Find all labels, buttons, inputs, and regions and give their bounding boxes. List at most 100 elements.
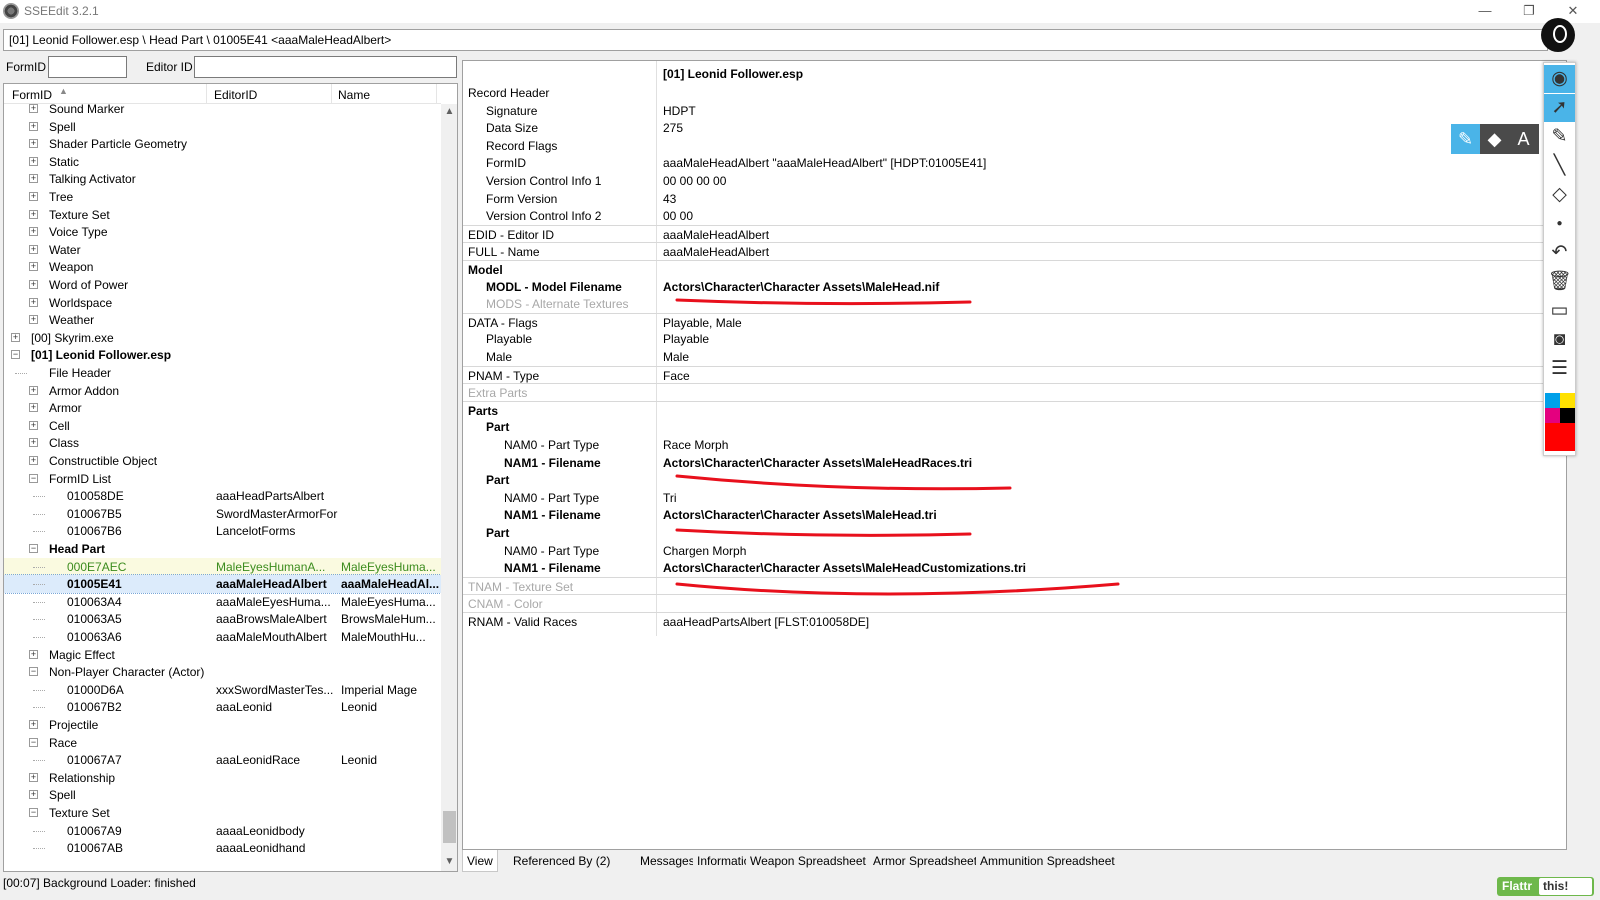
tree-row[interactable]: 01005E41 aaaMaleHeadAlbert aaaMaleHeadAl..… bbox=[4, 574, 441, 595]
color-swatch-magenta[interactable] bbox=[1545, 408, 1560, 423]
tree-row[interactable]: − [01] Leonid Follower.esp bbox=[4, 346, 441, 364]
line-tool-icon[interactable]: ╲ bbox=[1544, 152, 1575, 180]
expand-icon[interactable]: + bbox=[29, 192, 38, 201]
view-row[interactable]: Extra Parts bbox=[463, 383, 1566, 401]
view-row[interactable]: NAM0 - Part Type Chargen Morph bbox=[463, 542, 1566, 560]
expand-icon[interactable]: + bbox=[29, 456, 38, 465]
tree-row[interactable]: + Tree bbox=[4, 188, 441, 206]
tree-row[interactable]: 010058DE aaaHeadPartsAlbert bbox=[4, 487, 441, 505]
minimize-button[interactable]: — bbox=[1470, 2, 1500, 20]
tree-row[interactable]: + Armor bbox=[4, 399, 441, 417]
collapse-icon[interactable]: − bbox=[11, 350, 20, 360]
tree-row[interactable]: + Weather bbox=[4, 311, 441, 329]
expand-icon[interactable]: + bbox=[29, 244, 38, 254]
view-row[interactable]: DATA - Flags Playable, Male bbox=[463, 312, 1566, 331]
view-row[interactable]: Male Male bbox=[463, 348, 1566, 366]
flattr-button[interactable]: Flattr this! bbox=[1497, 877, 1594, 896]
view-row[interactable]: CNAM - Color bbox=[463, 594, 1566, 612]
tree-row[interactable]: + Texture Set bbox=[4, 206, 441, 224]
record-tree[interactable]: FormID ▲ EditorID Name + Sound Marker + Spe… bbox=[3, 83, 458, 872]
tree-row[interactable]: + Voice Type bbox=[4, 223, 441, 241]
eraser-icon[interactable]: ◆ bbox=[1480, 124, 1509, 154]
view-row[interactable]: NAM0 - Part Type Tri bbox=[463, 489, 1566, 507]
tree-row[interactable]: − Non-Player Character (Actor) bbox=[4, 663, 441, 681]
tree-row[interactable]: + Spell bbox=[4, 118, 441, 136]
scroll-up-icon[interactable]: ▲ bbox=[441, 106, 457, 122]
color-swatch-black[interactable] bbox=[1560, 408, 1575, 423]
view-row[interactable]: RNAM - Valid Races aaaHeadPartsAlbert [FL… bbox=[463, 612, 1566, 630]
tree-row[interactable]: + Static bbox=[4, 153, 441, 171]
cursor-arrow-icon[interactable]: ➚ bbox=[1544, 94, 1575, 122]
tree-row[interactable]: + Class bbox=[4, 434, 441, 452]
tab-weapon-spreadsheet[interactable]: Weapon Spreadsheet bbox=[746, 850, 870, 872]
tree-row[interactable]: 010067A9 aaaaLeonidbody bbox=[4, 822, 441, 840]
expand-icon[interactable]: + bbox=[29, 227, 38, 237]
pen-size-dot-icon[interactable]: ● bbox=[1544, 210, 1575, 238]
tree-row[interactable]: + Magic Effect bbox=[4, 646, 441, 664]
view-row[interactable]: MODS - Alternate Textures bbox=[463, 295, 1566, 313]
collapse-icon[interactable]: − bbox=[29, 473, 38, 483]
view-row[interactable]: Signature HDPT bbox=[463, 102, 1566, 120]
tree-row[interactable]: 010067AB aaaaLeonidhand bbox=[4, 839, 441, 857]
tree-row[interactable]: − FormID List bbox=[4, 470, 441, 488]
tree-row[interactable]: + Worldspace bbox=[4, 294, 441, 312]
tree-row[interactable]: − Race bbox=[4, 734, 441, 752]
expand-icon[interactable]: + bbox=[29, 772, 38, 782]
close-button[interactable]: ✕ bbox=[1558, 2, 1588, 20]
annotation-tool-logo-icon[interactable] bbox=[1541, 18, 1575, 52]
collapse-icon[interactable]: − bbox=[29, 808, 38, 817]
view-row[interactable]: Version Control Info 1 00 00 00 00 bbox=[463, 172, 1566, 190]
view-row[interactable]: Record Header bbox=[463, 84, 1566, 102]
tree-row[interactable]: + Relationship bbox=[4, 769, 441, 787]
view-row[interactable]: MODL - Model Filename Actors\Character\Ch… bbox=[463, 278, 1566, 296]
highlighter-icon[interactable]: ✎ bbox=[1451, 124, 1480, 154]
col-header-name[interactable]: Name bbox=[338, 88, 370, 102]
tree-row[interactable]: + [00] Skyrim.exe bbox=[4, 329, 441, 347]
record-view[interactable]: [01] Leonid Follower.esp Record Header Si… bbox=[462, 60, 1567, 850]
tree-row[interactable]: + Weapon bbox=[4, 258, 441, 276]
undo-icon[interactable]: ↶ bbox=[1544, 239, 1575, 267]
tab-messages[interactable]: Messages bbox=[636, 850, 699, 872]
expand-icon[interactable]: + bbox=[29, 438, 38, 448]
view-row[interactable]: EDID - Editor ID aaaMaleHeadAlbert bbox=[463, 224, 1566, 243]
view-row[interactable]: NAM1 - Filename Actors\Character\Characte… bbox=[463, 506, 1566, 524]
view-row[interactable]: Version Control Info 2 00 00 bbox=[463, 207, 1566, 225]
highlighter-pen-icon[interactable]: ✎ bbox=[1544, 123, 1575, 151]
color-swatches[interactable] bbox=[1545, 393, 1575, 453]
view-row[interactable]: Part bbox=[463, 418, 1566, 436]
col-header-formid[interactable]: FormID bbox=[12, 88, 52, 102]
tree-row[interactable]: + Shader Particle Geometry bbox=[4, 135, 441, 153]
expand-icon[interactable]: + bbox=[29, 420, 38, 430]
tree-row[interactable]: 000E7AEC MaleEyesHumanA... MaleEyesHuma... bbox=[4, 557, 441, 576]
tree-row[interactable]: 010067B6 LancelotForms bbox=[4, 522, 441, 540]
eye-icon[interactable]: ◉ bbox=[1544, 65, 1575, 93]
view-row[interactable]: NAM0 - Part Type Race Morph bbox=[463, 436, 1566, 454]
tree-row[interactable]: − Head Part bbox=[4, 540, 441, 558]
tab-ammunition-spreadsheet[interactable]: Ammunition Spreadsheet bbox=[976, 850, 1119, 872]
tree-row[interactable]: − Texture Set bbox=[4, 804, 441, 822]
expand-icon[interactable]: + bbox=[29, 139, 38, 149]
tree-row[interactable]: + Projectile bbox=[4, 716, 441, 734]
tab-referenced-by-2[interactable]: Referenced By (2) bbox=[509, 850, 615, 872]
view-row[interactable]: Playable Playable bbox=[463, 330, 1566, 348]
scroll-thumb[interactable] bbox=[443, 811, 456, 843]
clipboard-icon[interactable]: ☰ bbox=[1544, 355, 1575, 383]
tree-row[interactable]: + Armor Addon bbox=[4, 382, 441, 400]
expand-icon[interactable]: + bbox=[29, 790, 38, 800]
view-row[interactable]: Form Version 43 bbox=[463, 190, 1566, 208]
expand-icon[interactable]: + bbox=[29, 297, 38, 307]
expand-icon[interactable]: + bbox=[29, 385, 38, 395]
tree-row[interactable]: 010067A7 aaaLeonidRace Leonid bbox=[4, 751, 441, 769]
expand-icon[interactable]: + bbox=[29, 174, 38, 184]
tree-row[interactable]: 010063A5 aaaBrowsMaleAlbert BrowsMaleHum..… bbox=[4, 610, 441, 628]
view-row[interactable]: NAM1 - Filename Actors\Character\Characte… bbox=[463, 559, 1566, 577]
tree-row[interactable]: 010063A6 aaaMaleMouthAlbert MaleMouthHu... bbox=[4, 628, 441, 646]
text-tool-icon[interactable]: A bbox=[1509, 124, 1538, 154]
view-row[interactable]: Model bbox=[463, 260, 1566, 278]
tree-row[interactable]: + Cell bbox=[4, 417, 441, 435]
view-row[interactable]: Parts bbox=[463, 400, 1566, 419]
view-row[interactable]: PNAM - Type Face bbox=[463, 365, 1566, 384]
tree-row[interactable]: 010067B5 SwordMasterArmorForms bbox=[4, 505, 441, 523]
expand-icon[interactable]: + bbox=[29, 315, 38, 325]
eraser-tool-icon[interactable]: ◇ bbox=[1544, 181, 1575, 209]
